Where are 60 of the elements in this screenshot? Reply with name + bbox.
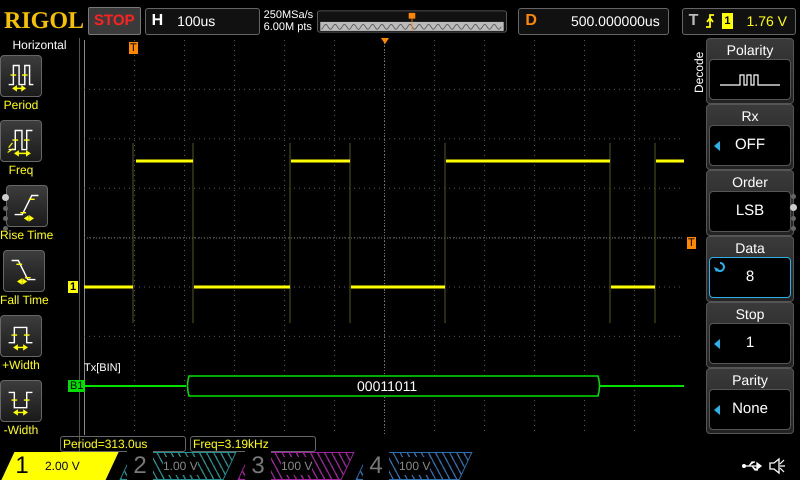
- timebase-label: H: [150, 11, 164, 31]
- trigger-level: 1.76 V: [746, 12, 788, 30]
- trigger-position-marker: T: [129, 42, 138, 54]
- speaker-icon[interactable]: [768, 457, 786, 475]
- menu-button[interactable]: Order LSB: [706, 170, 794, 236]
- menu-value: None: [732, 399, 768, 420]
- menu-button[interactable]: Polarity: [706, 38, 794, 104]
- menu-label: Polarity: [726, 41, 774, 59]
- pulse-icon: [0, 380, 42, 422]
- menu-value: 1: [746, 333, 754, 354]
- menu-button[interactable]: Stop 1: [706, 302, 794, 368]
- menu-button[interactable]: Parity None: [706, 368, 794, 434]
- delay-label: D: [524, 11, 538, 31]
- menu-label: Stop: [736, 305, 764, 323]
- usb-icon: [742, 460, 764, 472]
- trigger-source: 1: [722, 12, 733, 30]
- bus-label: Tx[BIN]: [84, 362, 121, 374]
- pulse-train-icon: [720, 72, 780, 86]
- bus-marker: B1: [68, 380, 86, 392]
- menu-label: Order: [732, 173, 768, 191]
- channel-tab[interactable]: 1 2.00 V: [1, 452, 119, 480]
- timebase-box[interactable]: H 100us: [144, 8, 260, 34]
- timebase-value: 100us: [176, 12, 216, 30]
- channel-marker: 1: [68, 281, 78, 293]
- menu-button[interactable]: -Width: [0, 380, 42, 445]
- menu-label: Rx: [741, 107, 759, 125]
- rotate-icon: [714, 261, 726, 273]
- left-arrow-icon: [714, 140, 720, 150]
- menu-label: Parity: [732, 371, 768, 389]
- frequency-icon: [0, 120, 42, 162]
- falling-edge-icon: [3, 250, 46, 292]
- menu-button[interactable]: Data 8: [706, 236, 794, 302]
- menu-value: LSB: [736, 201, 764, 222]
- menu-label: Data: [735, 239, 765, 257]
- bus-value: 00011011: [357, 378, 418, 394]
- menu-button[interactable]: Rx OFF: [706, 104, 794, 170]
- menu-title: Decode: [691, 50, 704, 95]
- menu-value: 8: [746, 267, 754, 288]
- menu-button[interactable]: Period: [0, 55, 42, 120]
- trigger-center-marker: [381, 38, 389, 44]
- menu-button[interactable]: +Width: [0, 315, 42, 380]
- menu-title: Horizontal: [11, 38, 68, 53]
- memory-depth: 6.00M pts: [264, 21, 313, 33]
- menu-button[interactable]: Fall Time: [0, 250, 49, 315]
- trigger-level-marker: T: [687, 237, 696, 249]
- trigger-label: T: [688, 11, 700, 31]
- logo: RIGOL: [4, 7, 84, 36]
- left-arrow-icon: [714, 404, 720, 414]
- rising-edge-icon: [6, 185, 48, 227]
- rising-edge-icon: [704, 13, 716, 29]
- menu-value: OFF: [735, 135, 765, 156]
- delay-value: 500.000000us: [570, 12, 661, 30]
- delay-box[interactable]: D 500.000000us: [518, 8, 669, 34]
- menu-button[interactable]: Freq: [0, 120, 42, 185]
- left-arrow-icon: [714, 338, 720, 348]
- menu-button[interactable]: Rise Time: [0, 185, 54, 250]
- trigger-box[interactable]: T 1 1.76 V: [682, 8, 796, 34]
- period-icon: [0, 55, 42, 97]
- sample-rate: 250MSa/s: [264, 9, 314, 21]
- pulse-icon: [0, 315, 42, 357]
